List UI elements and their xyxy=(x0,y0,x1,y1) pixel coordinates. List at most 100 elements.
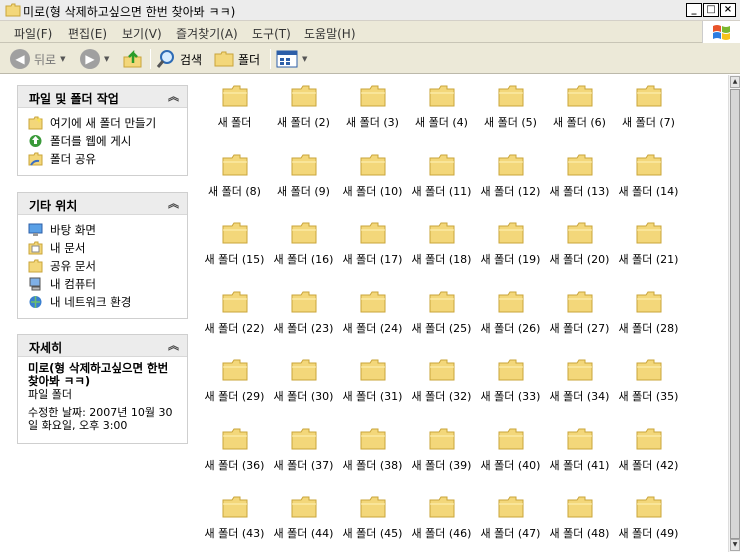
panel-header[interactable]: 파일 및 폴더 작업 ︽ xyxy=(18,86,187,108)
place-desktop[interactable]: 바탕 화면 xyxy=(28,221,177,239)
folder-item[interactable]: 새 폴더 (20) xyxy=(545,215,614,275)
folder-item[interactable]: 새 폴더 (43) xyxy=(200,489,269,549)
folder-item[interactable]: 새 폴더 (13) xyxy=(545,147,614,207)
folder-item[interactable]: 새 폴더 (36) xyxy=(200,421,269,481)
folder-item[interactable]: 새 폴더 (4) xyxy=(407,78,476,138)
close-button[interactable]: × xyxy=(720,3,736,17)
folder-item[interactable]: 새 폴더 (19) xyxy=(476,215,545,275)
folder-icon xyxy=(567,222,593,244)
folder-item[interactable]: 새 폴더 (14) xyxy=(614,147,683,207)
place-my-network[interactable]: 내 네트워크 환경 xyxy=(28,293,177,311)
folder-item[interactable]: 새 폴더 (17) xyxy=(338,215,407,275)
menu-view[interactable]: 보기(V) xyxy=(122,25,162,42)
task-share-folder[interactable]: 폴더 공유 xyxy=(28,150,177,168)
collapse-icon[interactable]: ︽ xyxy=(168,337,179,353)
scroll-thumb[interactable] xyxy=(730,89,740,539)
folder-item[interactable]: 새 폴더 (8) xyxy=(200,147,269,207)
folder-item[interactable]: 새 폴더 (3) xyxy=(338,78,407,138)
menu-tools[interactable]: 도구(T) xyxy=(252,25,291,42)
search-button[interactable]: 검색 xyxy=(156,47,202,71)
folder-item[interactable]: 새 폴더 (5) xyxy=(476,78,545,138)
folder-item[interactable]: 새 폴더 (39) xyxy=(407,421,476,481)
folder-item[interactable]: 새 폴더 (15) xyxy=(200,215,269,275)
folders-button[interactable]: 폴더 xyxy=(214,47,260,71)
folder-item[interactable]: 새 폴더 (42) xyxy=(614,421,683,481)
folder-item[interactable]: 새 폴더 (34) xyxy=(545,352,614,412)
maximize-button[interactable]: □ xyxy=(703,3,719,17)
folder-item[interactable]: 새 폴더 (23) xyxy=(269,284,338,344)
folder-icon xyxy=(360,291,386,312)
folder-item[interactable]: 새 폴더 (45) xyxy=(338,489,407,549)
folder-icon xyxy=(429,222,455,244)
folder-item[interactable]: 새 폴더 (44) xyxy=(269,489,338,549)
folder-icon xyxy=(360,154,386,175)
folder-item[interactable]: 새 폴더 (22) xyxy=(200,284,269,344)
folder-item[interactable]: 새 폴더 (2) xyxy=(269,78,338,138)
folder-item[interactable]: 새 폴더 (25) xyxy=(407,284,476,344)
place-my-computer[interactable]: 내 컴퓨터 xyxy=(28,275,177,293)
folder-item[interactable]: 새 폴더 (40) xyxy=(476,421,545,481)
place-shared-documents[interactable]: 공유 문서 xyxy=(28,257,177,275)
task-publish-web[interactable]: 폴더를 웹에 게시 xyxy=(28,132,177,150)
folder-item[interactable]: 새 폴더 (32) xyxy=(407,352,476,412)
folder-item[interactable]: 새 폴더 (46) xyxy=(407,489,476,549)
forward-arrow-icon: ▶ xyxy=(80,49,100,69)
minimize-button[interactable]: _ xyxy=(686,3,702,17)
folder-icon xyxy=(291,154,317,175)
folder-item[interactable]: 새 폴더 (24) xyxy=(338,284,407,344)
folder-item[interactable]: 새 폴더 (47) xyxy=(476,489,545,549)
folder-item[interactable]: 새 폴더 (10) xyxy=(338,147,407,207)
folder-item[interactable]: 새 폴더 (30) xyxy=(269,352,338,412)
menu-favorites[interactable]: 즐겨찾기(A) xyxy=(176,25,238,42)
menu-help[interactable]: 도움말(H) xyxy=(304,25,356,42)
folder-item[interactable]: 새 폴더 (38) xyxy=(338,421,407,481)
scroll-up-icon[interactable]: ▲ xyxy=(730,76,740,88)
panel-title: 기타 위치 xyxy=(29,199,78,213)
folder-item[interactable]: 새 폴더 (12) xyxy=(476,147,545,207)
my-computer-icon xyxy=(29,277,41,291)
folder-item[interactable]: 새 폴더 xyxy=(200,78,269,138)
place-my-documents[interactable]: 내 문서 xyxy=(28,239,177,257)
back-arrow-icon: ◀ xyxy=(10,49,30,69)
menu-file[interactable]: 파일(F) xyxy=(14,25,52,42)
folder-item[interactable]: 새 폴더 (9) xyxy=(269,147,338,207)
folder-item[interactable]: 새 폴더 (6) xyxy=(545,78,614,138)
folder-item[interactable]: 새 폴더 (16) xyxy=(269,215,338,275)
folder-item[interactable]: 새 폴더 (11) xyxy=(407,147,476,207)
forward-button[interactable]: ▶ ▼ xyxy=(80,47,109,71)
up-folder-button[interactable] xyxy=(122,47,144,71)
folder-item[interactable]: 새 폴더 (49) xyxy=(614,489,683,549)
scroll-down-icon[interactable]: ▼ xyxy=(730,539,740,551)
chevron-down-icon: ▼ xyxy=(104,55,110,63)
folder-label: 새 폴더 (41) xyxy=(549,458,610,472)
back-button[interactable]: ◀ 뒤로 ▼ xyxy=(10,47,65,71)
folder-icon xyxy=(5,3,21,17)
folder-item[interactable]: 새 폴더 (27) xyxy=(545,284,614,344)
folder-label: 새 폴더 (27) xyxy=(549,321,610,335)
folder-item[interactable]: 새 폴더 (18) xyxy=(407,215,476,275)
folder-item[interactable]: 새 폴더 (37) xyxy=(269,421,338,481)
collapse-icon[interactable]: ︽ xyxy=(168,195,179,211)
chevron-down-icon: ▼ xyxy=(302,55,308,63)
folder-item[interactable]: 새 폴더 (26) xyxy=(476,284,545,344)
folder-item[interactable]: 새 폴더 (28) xyxy=(614,284,683,344)
views-button[interactable]: ▼ xyxy=(276,47,307,71)
toolbar: ◀ 뒤로 ▼ ▶ ▼ 검색 폴더 ▼ xyxy=(0,43,740,74)
desktop-icon xyxy=(28,223,43,236)
folder-item[interactable]: 새 폴더 (35) xyxy=(614,352,683,412)
folder-label: 새 폴더 (32) xyxy=(411,390,472,403)
folder-item[interactable]: 새 폴더 (29) xyxy=(200,352,269,412)
folder-item[interactable]: 새 폴더 (33) xyxy=(476,352,545,412)
collapse-icon[interactable]: ︽ xyxy=(168,88,179,104)
panel-header[interactable]: 기타 위치 ︽ xyxy=(18,193,187,215)
folder-item[interactable]: 새 폴더 (31) xyxy=(338,352,407,412)
folder-item[interactable]: 새 폴더 (7) xyxy=(614,78,683,138)
folder-item[interactable]: 새 폴더 (21) xyxy=(614,215,683,275)
vertical-scrollbar[interactable]: ▲ ▼ xyxy=(728,75,740,552)
panel-header[interactable]: 자세히 ︽ xyxy=(18,335,187,357)
folder-item[interactable]: 새 폴더 (48) xyxy=(545,489,614,549)
folder-item[interactable]: 새 폴더 (41) xyxy=(545,421,614,481)
task-new-folder[interactable]: 여기에 새 폴더 만들기 xyxy=(28,114,177,132)
folder-label: 새 폴더 (40) xyxy=(480,458,541,472)
menu-edit[interactable]: 편집(E) xyxy=(68,25,107,42)
